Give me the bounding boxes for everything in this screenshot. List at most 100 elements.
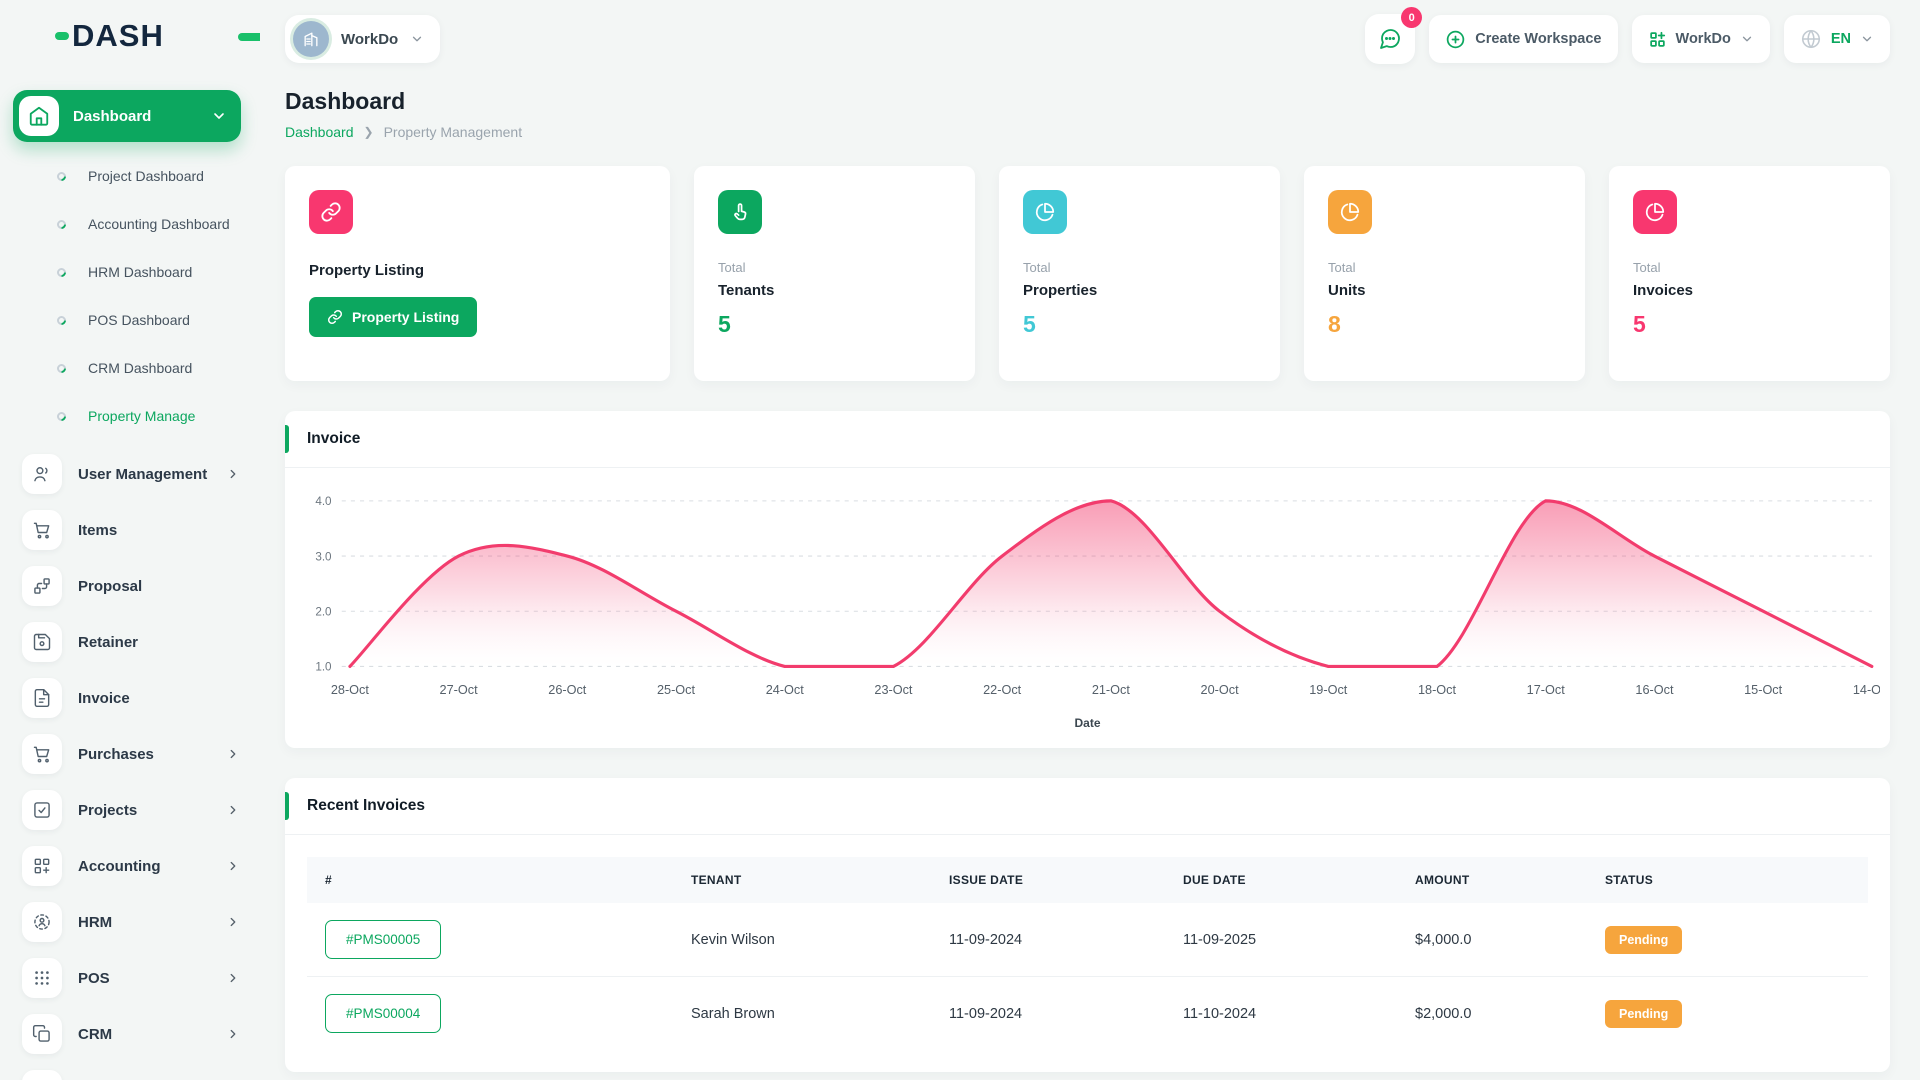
column-header-status: STATUS bbox=[1589, 857, 1868, 903]
dashboard-subnav: Project Dashboard Accounting Dashboard H… bbox=[13, 152, 260, 440]
svg-text:18-Oct: 18-Oct bbox=[1418, 682, 1456, 697]
donut-icon bbox=[55, 170, 68, 183]
chevron-right-icon bbox=[226, 971, 240, 985]
language-selector[interactable]: EN bbox=[1784, 15, 1890, 63]
page-title: Dashboard bbox=[285, 88, 1890, 115]
sidebar-item-property-manage[interactable]: Property Manage bbox=[13, 1062, 260, 1080]
sidebar-item-user-management[interactable]: User Management bbox=[13, 446, 260, 502]
dots-grid-icon bbox=[22, 958, 62, 998]
total-tenants-card: Total Tenants 5 bbox=[694, 166, 975, 381]
issue-date-cell: 11-09-2024 bbox=[933, 977, 1167, 1051]
stat-value: 5 bbox=[1023, 311, 1256, 338]
sidebar-item-invoice[interactable]: Invoice bbox=[13, 670, 260, 726]
workdo-menu-button[interactable]: WorkDo bbox=[1632, 15, 1770, 63]
logo-accent-right bbox=[238, 33, 260, 41]
donut-icon bbox=[55, 410, 68, 423]
donut-icon bbox=[55, 266, 68, 279]
copy-icon bbox=[22, 1014, 62, 1054]
stat-cards-row: Property Listing Property Listing Total … bbox=[285, 166, 1890, 381]
logo-accent-left bbox=[55, 32, 69, 40]
tenant-cell: Kevin Wilson bbox=[675, 903, 933, 977]
check-square-icon bbox=[22, 790, 62, 830]
total-properties-card: Total Properties 5 bbox=[999, 166, 1280, 381]
sidebar-item-items[interactable]: Items bbox=[13, 502, 260, 558]
save-icon bbox=[22, 622, 62, 662]
sidebar-item-proposal[interactable]: Proposal bbox=[13, 558, 260, 614]
create-workspace-button[interactable]: Create Workspace bbox=[1429, 15, 1617, 63]
total-invoices-card: Total Invoices 5 bbox=[1609, 166, 1890, 381]
column-header-tenant: TENANT bbox=[675, 857, 933, 903]
property-listing-card: Property Listing Property Listing bbox=[285, 166, 670, 381]
stat-label: Tenants bbox=[718, 282, 951, 299]
sidebar-item-purchases[interactable]: Purchases bbox=[13, 726, 260, 782]
panel-header: Recent Invoices bbox=[285, 778, 1890, 835]
panel-title: Invoice bbox=[307, 430, 360, 447]
sidebar-item-hrm[interactable]: HRM bbox=[13, 894, 260, 950]
workflow-icon bbox=[22, 566, 62, 606]
svg-text:27-Oct: 27-Oct bbox=[440, 682, 478, 697]
svg-text:24-Oct: 24-Oct bbox=[766, 682, 804, 697]
stat-value: 5 bbox=[1633, 311, 1866, 338]
app-logo: DASH bbox=[55, 18, 260, 54]
sidebar-item-crm-dashboard[interactable]: CRM Dashboard bbox=[13, 344, 260, 392]
sidebar-item-pos-dashboard[interactable]: POS Dashboard bbox=[13, 296, 260, 344]
sidebar-item-accounting[interactable]: Accounting bbox=[13, 838, 260, 894]
svg-text:1.0: 1.0 bbox=[315, 659, 332, 673]
workspace-selector[interactable]: WorkDo bbox=[285, 15, 440, 63]
svg-text:3.0: 3.0 bbox=[315, 549, 332, 563]
chevron-right-icon: ❯ bbox=[364, 125, 374, 139]
stat-label: Units bbox=[1328, 282, 1561, 299]
accent-bar bbox=[285, 425, 289, 453]
sidebar-item-retainer[interactable]: Retainer bbox=[13, 614, 260, 670]
globe-icon bbox=[1800, 28, 1822, 50]
sidebar-item-property-manage-dashboard[interactable]: Property Manage bbox=[13, 392, 260, 440]
recent-invoices-table: # TENANT ISSUE DATE DUE DATE AMOUNT STAT… bbox=[285, 835, 1890, 1072]
panel-title: Recent Invoices bbox=[307, 797, 425, 814]
svg-text:14-Oct: 14-Oct bbox=[1853, 682, 1880, 697]
total-units-card: Total Units 8 bbox=[1304, 166, 1585, 381]
stat-prefix: Total bbox=[718, 260, 951, 275]
invoice-id-button[interactable]: #PMS00005 bbox=[325, 920, 441, 959]
svg-text:21-Oct: 21-Oct bbox=[1092, 682, 1130, 697]
column-header-id: # bbox=[307, 857, 675, 903]
svg-text:22-Oct: 22-Oct bbox=[983, 682, 1021, 697]
sidebar-item-projects[interactable]: Projects bbox=[13, 782, 260, 838]
invoice-id-button[interactable]: #PMS00004 bbox=[325, 994, 441, 1033]
chevron-right-icon bbox=[226, 467, 240, 481]
chevron-down-icon bbox=[211, 108, 227, 124]
sidebar-item-dashboard[interactable]: Dashboard bbox=[13, 90, 241, 142]
messages-count-badge: 0 bbox=[1401, 7, 1422, 28]
table-row: #PMS00004 Sarah Brown 11-09-2024 11-10-2… bbox=[307, 977, 1868, 1051]
chevron-right-icon bbox=[226, 915, 240, 929]
status-badge[interactable]: Pending bbox=[1605, 1000, 1682, 1028]
breadcrumb: Dashboard ❯ Property Management bbox=[285, 124, 1890, 140]
pie-chart-icon bbox=[1328, 190, 1372, 234]
sidebar-item-project-dashboard[interactable]: Project Dashboard bbox=[13, 152, 260, 200]
stat-label: Invoices bbox=[1633, 282, 1866, 299]
sidebar-item-accounting-dashboard[interactable]: Accounting Dashboard bbox=[13, 200, 260, 248]
sidebar-item-crm[interactable]: CRM bbox=[13, 1006, 260, 1062]
app-root: DASH Dashboard Project Dashboard Account… bbox=[0, 0, 1920, 1080]
message-circle-icon bbox=[1378, 27, 1402, 51]
donut-icon bbox=[55, 362, 68, 375]
due-date-cell: 11-09-2025 bbox=[1167, 903, 1399, 977]
language-code: EN bbox=[1831, 31, 1851, 47]
accent-bar bbox=[285, 792, 289, 820]
panel-header: Invoice bbox=[285, 411, 1890, 468]
svg-text:16-Oct: 16-Oct bbox=[1635, 682, 1673, 697]
stat-prefix: Total bbox=[1328, 260, 1561, 275]
breadcrumb-dashboard-link[interactable]: Dashboard bbox=[285, 124, 354, 140]
person-circle-icon bbox=[22, 902, 62, 942]
pie-chart-icon bbox=[1633, 190, 1677, 234]
donut-icon bbox=[55, 218, 68, 231]
messages-button[interactable]: 0 bbox=[1365, 14, 1415, 64]
status-badge[interactable]: Pending bbox=[1605, 926, 1682, 954]
x-axis-title: Date bbox=[295, 716, 1880, 744]
invoice-chart: 4.03.02.01.028-Oct27-Oct26-Oct25-Oct24-O… bbox=[285, 468, 1890, 748]
property-listing-button[interactable]: Property Listing bbox=[309, 297, 477, 337]
main-content: WorkDo 0 Create Workspace WorkDo bbox=[260, 0, 1920, 1080]
sidebar-item-hrm-dashboard[interactable]: HRM Dashboard bbox=[13, 248, 260, 296]
top-right-controls: 0 Create Workspace WorkDo EN bbox=[1365, 14, 1890, 64]
sidebar-item-pos[interactable]: POS bbox=[13, 950, 260, 1006]
amount-cell: $4,000.0 bbox=[1399, 903, 1589, 977]
